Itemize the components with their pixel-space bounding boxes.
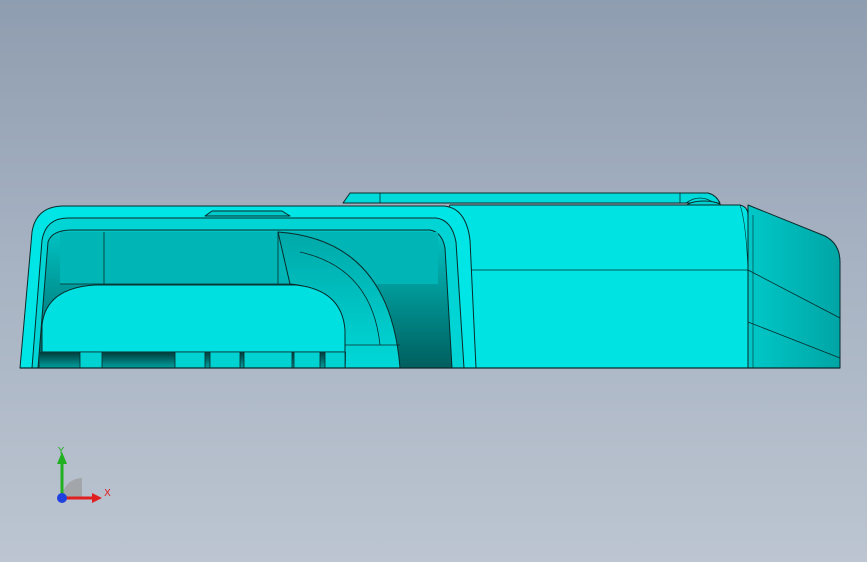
top-rail[interactable] bbox=[342, 192, 721, 204]
z-axis-dot bbox=[57, 493, 67, 503]
x-axis-label: X bbox=[104, 488, 111, 499]
x-arrow-head bbox=[92, 493, 102, 503]
arch-opening[interactable] bbox=[41, 284, 346, 353]
right-end-cap[interactable] bbox=[747, 204, 841, 369]
housing-part[interactable] bbox=[19, 192, 841, 369]
top-tab[interactable] bbox=[204, 210, 291, 217]
orientation-triad[interactable]: Y X bbox=[40, 438, 160, 558]
y-axis-label: Y bbox=[57, 446, 65, 457]
right-body[interactable] bbox=[445, 204, 749, 369]
cavity-wall bbox=[60, 232, 438, 284]
graphics-viewport[interactable]: Y X bbox=[0, 0, 867, 562]
